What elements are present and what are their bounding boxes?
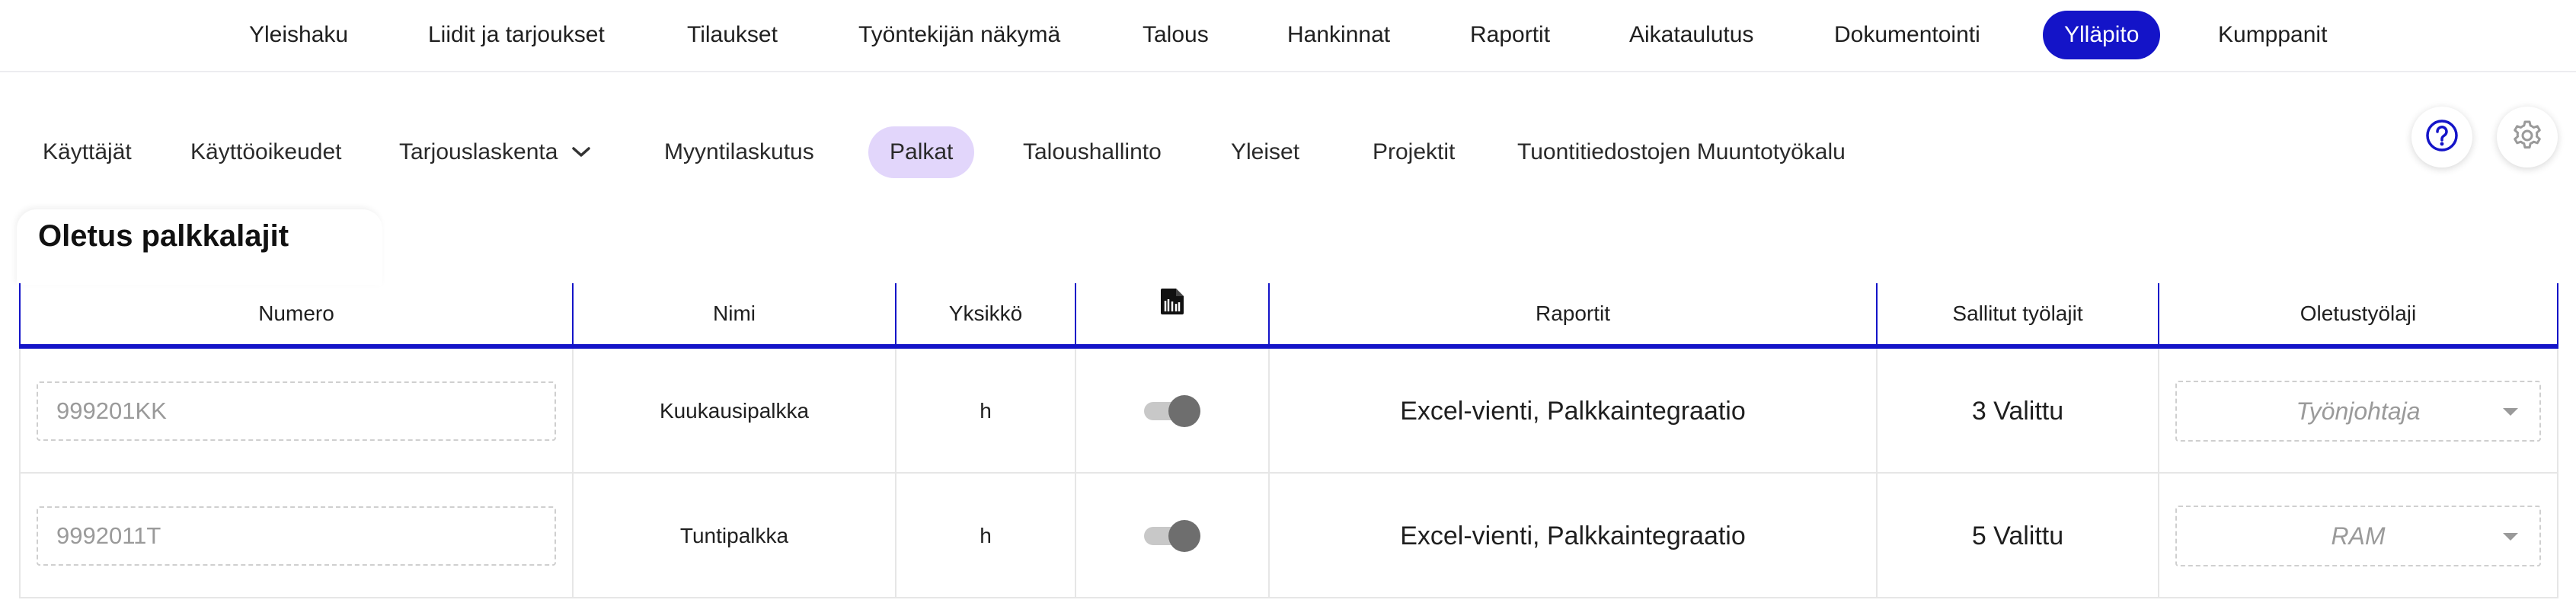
cell-sallitut-tyolajit[interactable]: 3 Valittu — [1878, 349, 2159, 474]
column-header-sallitut-tyolajit[interactable]: Sallitut työlajit — [1878, 283, 2159, 344]
section-title: Oletus palkkalajit — [38, 219, 289, 253]
subnav-projektit[interactable]: Projektit — [1351, 126, 1476, 178]
nimi-text: Tuntipalkka — [679, 524, 789, 547]
numero-input[interactable] — [37, 381, 556, 441]
cell-raportit[interactable]: Excel-vienti, Palkkaintegraatio — [1270, 474, 1878, 598]
subnav-palkat[interactable]: Palkat — [868, 126, 975, 178]
oletustyolaji-value: Työnjohtaja — [2296, 397, 2421, 425]
cell-sallitut-tyolajit[interactable]: 5 Valittu — [1878, 474, 2159, 598]
nimi-text: Kuukausipalkka — [659, 399, 810, 423]
nav-yllapito[interactable]: Ylläpito — [2043, 11, 2161, 59]
nav-raportit[interactable]: Raportit — [1449, 11, 1571, 59]
document-toggle[interactable] — [1144, 520, 1200, 552]
cell-yksikko: h — [896, 474, 1076, 598]
column-header-nimi[interactable]: Nimi — [574, 283, 896, 344]
caret-down-icon — [2503, 533, 2518, 541]
help-circle-icon — [2425, 119, 2459, 156]
subnav-yleiset[interactable]: Yleiset — [1210, 126, 1321, 178]
numero-input[interactable] — [37, 506, 556, 566]
nav-yleishaku[interactable]: Yleishaku — [228, 11, 369, 59]
toggle-knob — [1168, 395, 1200, 427]
cell-nimi: Kuukausipalkka — [574, 349, 896, 474]
raportit-text: Excel-vienti, Palkkaintegraatio — [1400, 521, 1746, 550]
column-header-yksikko[interactable]: Yksikkö — [896, 283, 1076, 344]
cell-numero — [19, 349, 574, 474]
document-icon — [1159, 279, 1185, 340]
sallitut-text: 5 Valittu — [1971, 521, 2064, 550]
help-button[interactable] — [2411, 107, 2472, 168]
gear-icon — [2510, 119, 2544, 156]
document-toggle[interactable] — [1144, 395, 1200, 427]
cell-numero — [19, 474, 574, 598]
chevron-down-icon — [571, 146, 591, 158]
subnav-tarjouslaskenta-dropdown[interactable]: Tarjouslaskenta — [378, 126, 612, 178]
cell-toggle — [1076, 349, 1270, 474]
nav-dokumentointi[interactable]: Dokumentointi — [1813, 11, 2002, 59]
nav-hankinnat[interactable]: Hankinnat — [1266, 11, 1411, 59]
subnav-kayttooikeudet[interactable]: Käyttöoikeudet — [169, 126, 363, 178]
subnav-myyntilaskutus[interactable]: Myyntilaskutus — [643, 126, 836, 178]
yksikko-text: h — [980, 399, 992, 423]
nav-liidit-ja-tarjoukset[interactable]: Liidit ja tarjoukset — [407, 11, 626, 59]
cell-oletustyolaji: RAM — [2159, 474, 2558, 598]
oletustyolaji-value: RAM — [2331, 522, 2386, 550]
cell-toggle — [1076, 474, 1270, 598]
column-header-oletustyolaji[interactable]: Oletustyölaji — [2159, 283, 2558, 344]
column-header-document[interactable] — [1076, 283, 1270, 344]
raportit-text: Excel-vienti, Palkkaintegraatio — [1400, 396, 1746, 426]
cell-nimi: Tuntipalkka — [574, 474, 896, 598]
main-navigation: Yleishaku Liidit ja tarjoukset Tilaukset… — [0, 0, 2576, 72]
yksikko-text: h — [980, 524, 992, 547]
column-header-raportit[interactable]: Raportit — [1270, 283, 1878, 344]
nav-talous[interactable]: Talous — [1121, 11, 1230, 59]
table-row: Kuukausipalkka h Excel-vienti, Palkkaint… — [19, 349, 2558, 474]
nav-aikataulutus[interactable]: Aikataulutus — [1608, 11, 1775, 59]
toggle-knob — [1168, 520, 1200, 552]
oletustyolaji-select[interactable]: Työnjohtaja — [2175, 381, 2541, 442]
subnav-tuontitiedostojen-muuntotyokalu[interactable]: Tuontitiedostojen Muuntotyökalu — [1496, 126, 1867, 178]
table-row: Tuntipalkka h Excel-vienti, Palkkaintegr… — [19, 474, 2558, 598]
wage-types-table: Numero Nimi Yksikkö Raportit Sallitut ty… — [19, 283, 2558, 603]
subnav-tarjouslaskenta-label: Tarjouslaskenta — [399, 139, 558, 164]
cell-oletustyolaji: Työnjohtaja — [2159, 349, 2558, 474]
cell-yksikko: h — [896, 349, 1076, 474]
settings-button[interactable] — [2497, 107, 2558, 168]
sallitut-text: 3 Valittu — [1971, 396, 2064, 426]
subnav-kayttajat[interactable]: Käyttäjät — [21, 126, 153, 178]
subnav-taloushallinto[interactable]: Taloushallinto — [1002, 126, 1183, 178]
nav-tilaukset[interactable]: Tilaukset — [666, 11, 799, 59]
cell-raportit[interactable]: Excel-vienti, Palkkaintegraatio — [1270, 349, 1878, 474]
nav-kumppanit[interactable]: Kumppanit — [2197, 11, 2348, 59]
nav-tyontekijan-nakyma[interactable]: Työntekijän näkymä — [837, 11, 1082, 59]
table-header: Numero Nimi Yksikkö Raportit Sallitut ty… — [19, 283, 2558, 349]
oletustyolaji-select[interactable]: RAM — [2175, 506, 2541, 566]
column-header-numero[interactable]: Numero — [19, 283, 574, 344]
caret-down-icon — [2503, 408, 2518, 416]
